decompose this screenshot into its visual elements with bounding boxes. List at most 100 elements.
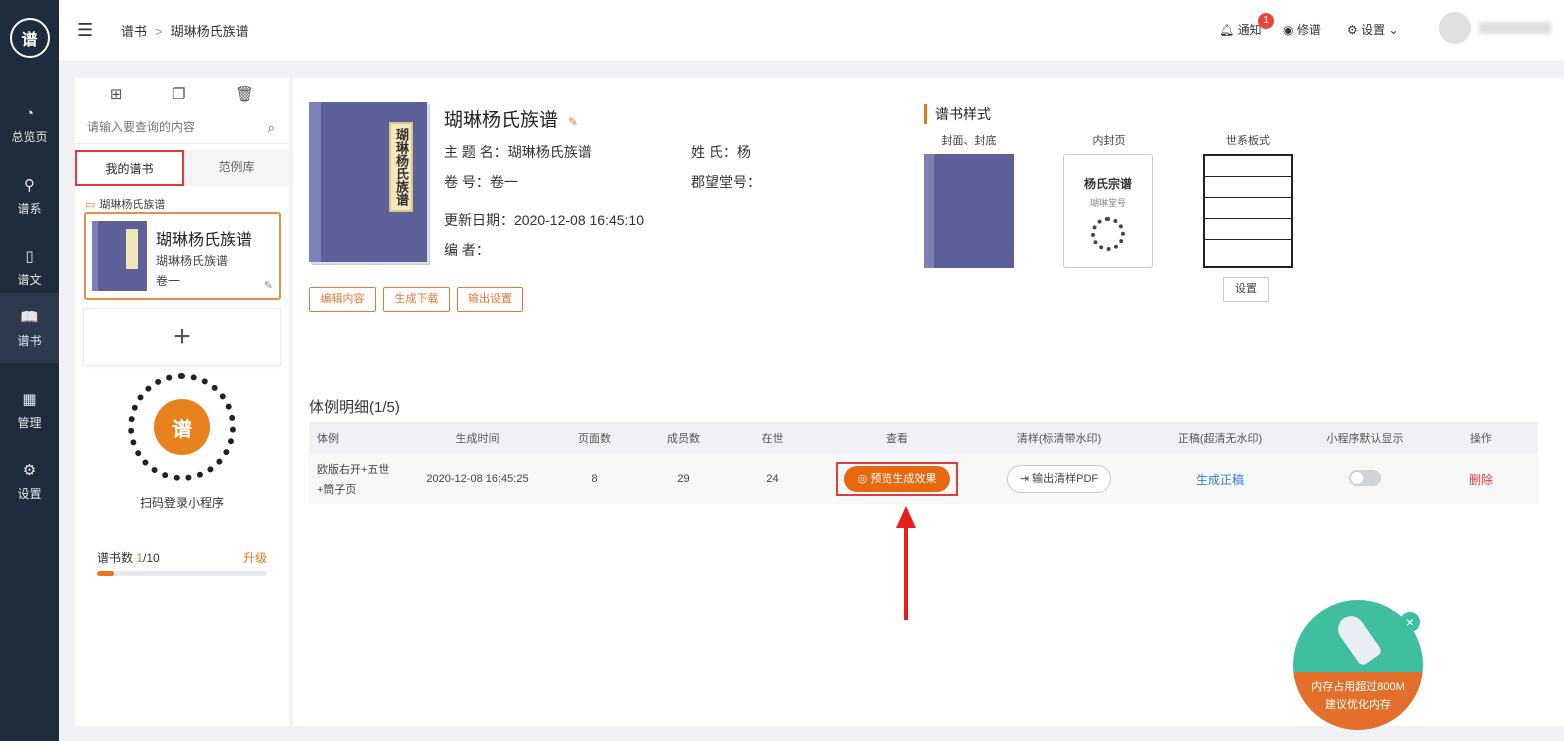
annotation-arrow (904, 510, 908, 620)
qr-logo: 谱 (154, 399, 210, 455)
breadcrumb: 谱书 > 瑚琳杨氏族谱 (121, 21, 249, 40)
nav-item-text[interactable]: ▯ 谱文 (0, 232, 59, 302)
settings-label: 设置 (1361, 23, 1386, 37)
new-file-icon[interactable]: ⊞ (110, 85, 123, 103)
app-logo[interactable]: 谱 (9, 18, 50, 58)
folder-label: 瑚琳杨氏族谱 (99, 199, 166, 211)
trash-icon[interactable]: 🗑︎ (235, 85, 254, 103)
book-list-panel: ⊞ ❐ 🗑︎ ⌕ 我的谱书 范例库 ▭瑚琳杨氏族谱 瑚琳杨氏族谱 瑚琳杨氏族谱 … (75, 78, 289, 726)
add-book-button[interactable]: + (83, 308, 281, 366)
tab-my-books[interactable]: 我的谱书 (75, 150, 184, 186)
book-card-title: 瑚琳杨氏族谱 (156, 232, 253, 249)
pdf-cell: ⇥ 输出清样PDF (977, 465, 1141, 493)
close-icon[interactable]: × (1400, 612, 1420, 632)
search-input[interactable] (75, 112, 245, 142)
edit-icon[interactable]: ✎ (264, 279, 273, 292)
style-line: +筒子页 (317, 484, 357, 496)
miniprogram-default-toggle[interactable] (1349, 469, 1381, 486)
preview-cell: ◎ 预览生成效果 (817, 462, 977, 496)
export-icon: ⇥ (1019, 473, 1033, 485)
column-header: 操作 (1470, 433, 1492, 445)
field-value: 2020-12-08 16:45:10 (514, 212, 644, 228)
top-header: ☰ 谱书 > 瑚琳杨氏族谱 🔔︎ 通知 1 ◉ 修谱 ⚙ 设置 ⌄ (59, 0, 1564, 62)
field-label: 编 者： (444, 242, 490, 258)
upgrade-link[interactable]: 升级 (243, 549, 267, 566)
usage-bar (97, 571, 267, 576)
edit-title-icon[interactable]: ✎ (568, 115, 578, 129)
field-label: 主 题 名： (444, 144, 508, 160)
tree-icon: ⚲ (24, 176, 35, 194)
folder-item[interactable]: ▭ 瑚琳杨氏族谱 (85, 196, 289, 212)
inner-style-label: 内封页 (1092, 135, 1126, 147)
cover-style-label: 封面、封底 (941, 135, 997, 147)
style-detail-table: 体例 生成时间 页面数 成员数 在世 查看 清样(标清带水印) 正稿(超清无水印… (309, 422, 1538, 504)
book-cover: 瑚琳杨氏族谱 (309, 102, 427, 262)
delete-link[interactable]: 删除 (1469, 473, 1493, 487)
warning-line: 内存占用超过800M (1311, 681, 1405, 693)
document-icon: ▯ (25, 247, 34, 265)
members-cell: 29 (677, 473, 690, 485)
nav-item-settings[interactable]: ⚙ 设置 (0, 446, 59, 516)
nav-label: 设置 (17, 486, 42, 501)
rocket-icon (1333, 611, 1383, 667)
tab-examples[interactable]: 范例库 (184, 150, 289, 186)
count-total: /10 (143, 551, 160, 565)
column-header: 页面数 (578, 433, 611, 445)
search-icon[interactable]: ⌕ (268, 120, 275, 136)
breadcrumb-current: 瑚琳杨氏族谱 (170, 24, 249, 39)
field-label: 卷 号： (444, 174, 490, 190)
nav-item-lineage[interactable]: ⚲ 谱系 (0, 161, 59, 231)
nav-item-books[interactable]: 📖 谱书 (0, 293, 59, 363)
inner-page-preview[interactable]: 杨氏宗谱 瑚琳堂号 (1063, 154, 1153, 268)
field-value: 杨 (736, 144, 751, 160)
pages-cell: 8 (591, 473, 598, 485)
generate-final-link[interactable]: 生成正稿 (1196, 473, 1244, 487)
book-count: 谱书数 1/10 (97, 549, 160, 566)
notify-button[interactable]: 🔔︎ 通知 (1219, 21, 1262, 38)
eye-icon: ◎ (857, 473, 871, 485)
style-settings-button[interactable]: 设置 (1223, 277, 1269, 302)
nav-item-manage[interactable]: ▦ 管理 (0, 375, 59, 445)
field-value: 瑚琳杨氏族谱 (507, 144, 592, 160)
generate-download-button[interactable]: 生成下载 (383, 287, 450, 312)
nav-label: 管理 (17, 415, 42, 430)
hall-field: 郡望堂号： (691, 172, 761, 192)
style-heading: 谱书样式 (924, 104, 991, 124)
copy-icon[interactable]: ❐ (172, 85, 185, 103)
nav-label: 谱书 (17, 333, 42, 348)
export-pdf-button[interactable]: ⇥ 输出清样PDF (1006, 465, 1112, 493)
eye-icon: ◉ (1283, 23, 1294, 37)
nav-label: 谱文 (17, 272, 42, 287)
column-header: 小程序默认显示 (1326, 433, 1404, 445)
field-label: 更新日期： (444, 212, 514, 228)
breadcrumb-root[interactable]: 谱书 (121, 24, 147, 39)
field-value: 卷一 (489, 174, 518, 190)
grid-icon: ▦ (22, 390, 37, 408)
edit-content-button[interactable]: 编辑内容 (309, 287, 376, 312)
warning-line: 建议优化内存 (1325, 699, 1391, 711)
style-line: 欧版右开+五世 (317, 464, 390, 476)
book-card[interactable]: 瑚琳杨氏族谱 瑚琳杨氏族谱 卷一 ✎ (84, 212, 281, 300)
output-settings-button[interactable]: 输出设置 (457, 287, 523, 312)
xiupu-button[interactable]: ◉ 修谱 (1283, 21, 1321, 38)
column-header: 正稿(超清无水印) (1177, 433, 1263, 445)
cover-style-preview[interactable] (924, 154, 1014, 268)
detail-heading: 体例明细(1/5) (309, 399, 400, 416)
cover-label: 瑚琳杨氏族谱 (389, 122, 413, 212)
series-style-label: 世系板式 (1226, 135, 1270, 147)
series-layout-preview[interactable] (1203, 154, 1293, 268)
usage-bar-fill (97, 571, 114, 576)
menu-toggle-icon[interactable]: ☰ (77, 20, 93, 41)
left-nav: 谱 ◔ 总览页 ⚲ 谱系 ▯ 谱文 📖 谱书 ▦ 管理 ⚙ 设置 (0, 0, 59, 741)
style-cell: 欧版右开+五世 +筒子页 (309, 461, 405, 497)
search-box: ⌕ (75, 112, 289, 144)
highlight-box: ◎ 预览生成效果 (835, 462, 959, 496)
avatar[interactable] (1439, 12, 1471, 44)
count-label: 谱书数 (97, 551, 134, 565)
settings-dropdown[interactable]: ⚙ 设置 ⌄ (1347, 21, 1399, 38)
miniprogram-qr-code: 谱 (128, 373, 236, 481)
nav-item-overview[interactable]: ◔ 总览页 (0, 90, 59, 160)
preview-button[interactable]: ◎ 预览生成效果 (843, 466, 951, 492)
column-header: 生成时间 (455, 433, 500, 445)
column-header: 查看 (886, 433, 908, 445)
